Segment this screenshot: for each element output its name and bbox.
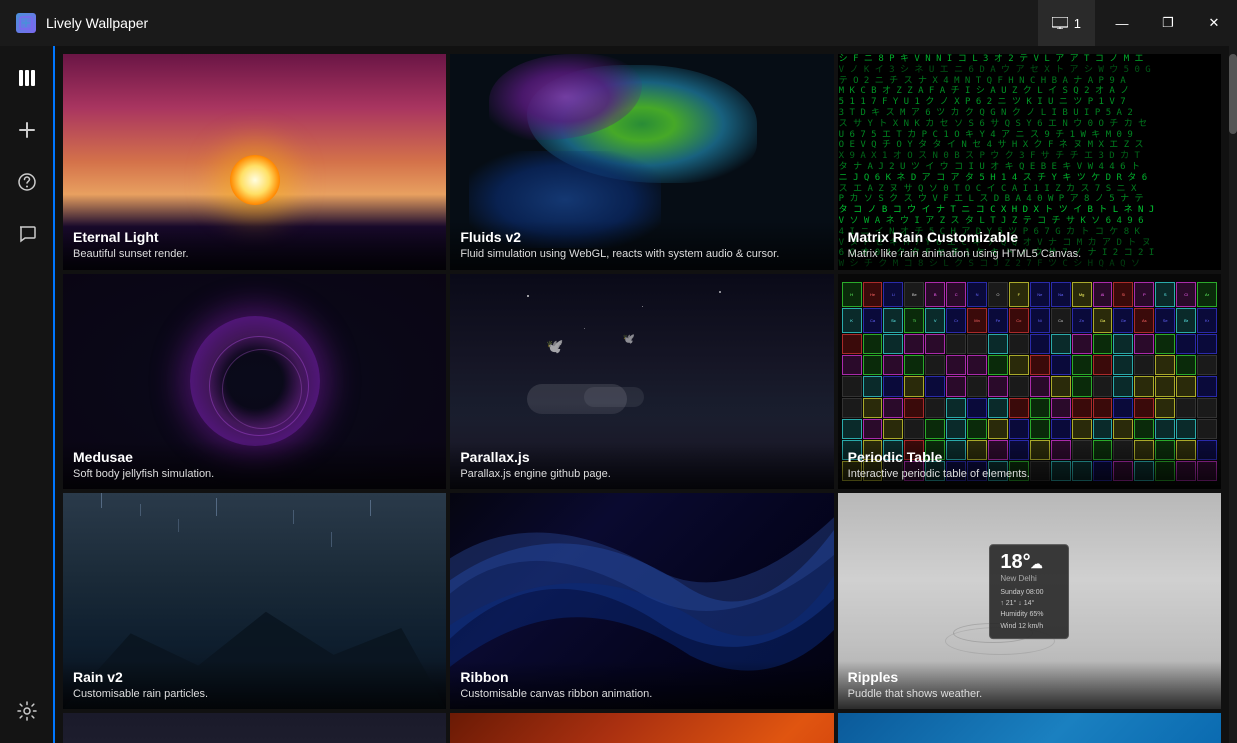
monitor-count: 1 [1074, 16, 1081, 31]
wallpaper-card-parallax[interactable]: 🕊️ 🕊️ Parallax.js Parallax.js engine git… [450, 274, 833, 490]
wallpaper-card-ripples[interactable]: 18°☁ New Delhi Sunday 08:00↑ 21° ↓ 14°Hu… [838, 493, 1221, 709]
wallpaper-card-medusae[interactable]: Medusae Soft body jellyfish simulation. [63, 274, 446, 490]
sidebar-item-library[interactable] [5, 56, 49, 100]
card-title-matrix-rain: Matrix Rain Customizable [848, 229, 1211, 245]
close-button[interactable]: ✕ [1191, 0, 1237, 46]
wallpaper-card-periodic-table[interactable]: HHeLiBeBCNOFNeNaMgAlSiPSClArKCaScTiVCrMn… [838, 274, 1221, 490]
card-desc-fluids-v2: Fluid simulation using WebGL, reacts wit… [460, 247, 823, 261]
wallpaper-grid: Eternal Light Beautiful sunset render. F… [63, 54, 1221, 743]
sidebar-item-add[interactable] [5, 108, 49, 152]
main-layout: Eternal Light Beautiful sunset render. F… [0, 46, 1237, 743]
card-info-eternal-light: Eternal Light Beautiful sunset render. [63, 221, 446, 269]
weather-widget: 18°☁ New Delhi Sunday 08:00↑ 21° ↓ 14°Hu… [989, 544, 1069, 639]
card-title-medusae: Medusae [73, 449, 436, 465]
weather-city: New Delhi [1000, 574, 1058, 583]
wallpaper-card-ribbon[interactable]: Ribbon Customisable canvas ribbon animat… [450, 493, 833, 709]
minimize-button[interactable]: — [1099, 0, 1145, 46]
card-title-ripples: Ripples [848, 669, 1211, 685]
card-desc-rain-v2: Customisable rain particles. [73, 687, 436, 701]
app-title: Lively Wallpaper [46, 15, 148, 31]
weather-details: Sunday 08:00↑ 21° ↓ 14°Humidity 65%Wind … [1000, 587, 1058, 632]
card-title-eternal-light: Eternal Light [73, 229, 436, 245]
wallpaper-content: Eternal Light Beautiful sunset render. F… [55, 46, 1229, 743]
wallpaper-card-bottom1[interactable] [63, 713, 446, 743]
card-desc-eternal-light: Beautiful sunset render. [73, 247, 436, 261]
card-desc-ribbon: Customisable canvas ribbon animation. [460, 687, 823, 701]
title-bar-left: Lively Wallpaper [16, 13, 148, 33]
maximize-button[interactable]: ❐ [1145, 0, 1191, 46]
wallpaper-card-bottom2[interactable] [450, 713, 833, 743]
scrollbar-thumb[interactable] [1229, 54, 1237, 134]
card-info-ribbon: Ribbon Customisable canvas ribbon animat… [450, 661, 833, 709]
scrollbar-track[interactable] [1229, 46, 1237, 743]
card-title-ribbon: Ribbon [460, 669, 823, 685]
card-title-periodic-table: Periodic Table [848, 449, 1211, 465]
wallpaper-card-matrix-rain[interactable]: // Will generate matrix columns via JS b… [838, 54, 1221, 270]
monitor-button[interactable]: 1 [1038, 0, 1095, 46]
sidebar-item-help[interactable] [5, 160, 49, 204]
card-info-ripples: Ripples Puddle that shows weather. [838, 661, 1221, 709]
sidebar-item-settings[interactable] [5, 689, 49, 733]
card-desc-matrix-rain: Matrix like rain animation using HTML5 C… [848, 247, 1211, 261]
sidebar [0, 46, 55, 743]
card-desc-periodic-table: Interactive periodic table of elements. [848, 467, 1211, 481]
card-desc-medusae: Soft body jellyfish simulation. [73, 467, 436, 481]
card-info-medusae: Medusae Soft body jellyfish simulation. [63, 441, 446, 489]
card-title-parallax: Parallax.js [460, 449, 823, 465]
card-info-parallax: Parallax.js Parallax.js engine github pa… [450, 441, 833, 489]
card-info-rain-v2: Rain v2 Customisable rain particles. [63, 661, 446, 709]
card-title-fluids-v2: Fluids v2 [460, 229, 823, 245]
card-desc-parallax: Parallax.js engine github page. [460, 467, 823, 481]
card-info-fluids-v2: Fluids v2 Fluid simulation using WebGL, … [450, 221, 833, 269]
window-controls: 1 — ❐ ✕ [1038, 0, 1237, 46]
title-bar: Lively Wallpaper 1 — ❐ ✕ [0, 0, 1237, 46]
wallpaper-card-fluids-v2[interactable]: Fluids v2 Fluid simulation using WebGL, … [450, 54, 833, 270]
card-desc-ripples: Puddle that shows weather. [848, 687, 1211, 701]
app-icon [16, 13, 36, 33]
wallpaper-card-rain-v2[interactable]: Rain v2 Customisable rain particles. [63, 493, 446, 709]
sidebar-item-feedback[interactable] [5, 212, 49, 256]
card-title-rain-v2: Rain v2 [73, 669, 436, 685]
card-info-matrix-rain: Matrix Rain Customizable Matrix like rai… [838, 221, 1221, 269]
wallpaper-card-bottom3[interactable] [838, 713, 1221, 743]
card-info-periodic-table: Periodic Table Interactive periodic tabl… [838, 441, 1221, 489]
wallpaper-card-eternal-light[interactable]: Eternal Light Beautiful sunset render. [63, 54, 446, 270]
weather-temp: 18°☁ [1000, 551, 1058, 574]
